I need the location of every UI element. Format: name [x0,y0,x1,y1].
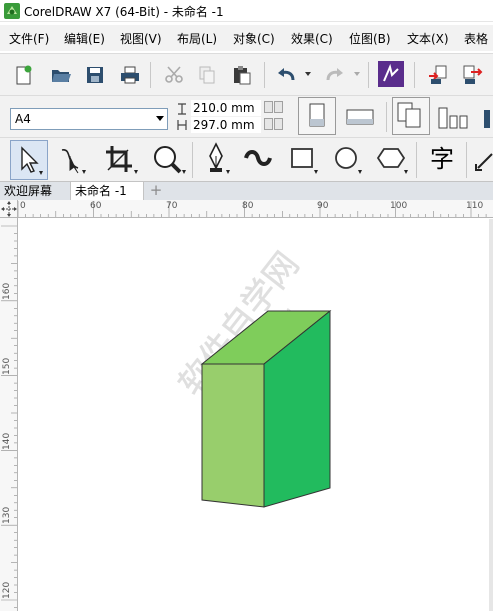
print-icon[interactable] [116,61,144,89]
toolbar-separator [416,142,417,178]
menu-bitmaps[interactable]: 位图(B) [349,30,391,47]
redo-dropdown-arrow-icon[interactable] [354,72,360,76]
ruler-h-label: 0 [20,201,26,211]
menu-view[interactable]: 视图(V) [120,30,162,47]
toolbar-separator [466,142,467,178]
paste-icon[interactable] [228,61,256,89]
vertical-ruler-ticks [1,225,17,608]
copy-icon[interactable] [193,61,221,89]
title-bar: CorelDRAW X7 (64-Bit) - 未命名 -1 [0,0,493,22]
ruler-h-label: 110 [466,201,484,211]
zoom-tool-icon[interactable] [146,140,192,180]
tab-document[interactable]: 未命名 -1 [70,182,144,201]
ruler-h-label: 70 [166,201,178,211]
menu-bar: 文件(F) 编辑(E) 视图(V) 布局(L) 对象(C) 效果(C) 位图(B… [0,25,493,51]
units-icon[interactable] [478,108,492,130]
pen-tool-icon[interactable] [198,140,236,180]
cut-icon[interactable] [160,61,188,89]
vertical-ruler[interactable]: 160 150 140 130 120 [0,218,18,611]
ruler-v-label: 160 [2,282,12,300]
toolbox: 字 [0,137,493,181]
menu-edit[interactable]: 编辑(E) [64,30,105,47]
landscape-orientation-button[interactable] [343,104,377,132]
ruler-v-label: 150 [2,357,12,375]
toolbar-separator [150,62,151,88]
pick-tool-icon[interactable] [10,140,48,180]
page-size-value: A4 [15,112,31,126]
ruler-h-label: 80 [242,201,254,211]
ruler-v-label: 140 [2,432,12,450]
ruler-h-label: 90 [317,201,329,211]
connector-tool-icon[interactable] [472,140,493,180]
page-width-field[interactable]: 210.0 mm [191,100,261,116]
open-folder-icon[interactable] [47,61,75,89]
ruler-h-label: 100 [390,201,408,211]
undo-dropdown-arrow-icon[interactable] [305,72,311,76]
toolbar-separator [264,62,265,88]
standard-toolbar [0,53,493,95]
polygon-tool-icon[interactable] [372,140,412,180]
add-tab-button[interactable]: + [148,182,164,201]
menu-table[interactable]: 表格 [464,30,488,47]
toolbar-separator [192,142,193,178]
shape-tool-icon[interactable] [54,140,92,180]
ruler-h-label: 60 [90,201,102,211]
document-tab-bar: 欢迎屏幕 未命名 -1 + [0,181,493,201]
all-pages-button[interactable] [392,97,430,135]
menu-layout[interactable]: 布局(L) [177,30,217,47]
crop-tool-icon[interactable] [98,140,144,180]
redo-icon[interactable] [321,61,349,89]
current-page-button[interactable] [436,104,472,132]
text-tool-icon[interactable]: 字 [422,140,462,180]
undo-icon[interactable] [272,61,300,89]
artistic-media-icon[interactable] [240,140,278,180]
page-width-spinner-up[interactable] [274,101,283,113]
page-height-field[interactable]: 297.0 mm [191,117,261,133]
ruler-origin[interactable] [0,200,18,218]
menu-text[interactable]: 文本(X) [407,30,449,47]
ruler-v-label: 130 [2,506,12,524]
toolbar-separator [368,62,369,88]
ellipse-tool-icon[interactable] [328,140,368,180]
vertical-scrollbar[interactable] [489,219,493,611]
box-left-face[interactable] [201,363,265,508]
canvas-artwork: 软件自学网 WWW.RJZXW.COM [171,245,332,508]
ruler-v-label: 120 [2,581,12,599]
menu-effects[interactable]: 效果(C) [291,30,333,47]
coreldraw-app-icon [4,3,20,19]
new-document-icon[interactable] [9,61,37,89]
property-bar: A4 210.0 mm 297.0 mm [0,95,493,137]
menu-file[interactable]: 文件(F) [9,30,49,47]
toolbar-separator [386,102,387,132]
page-height-icon [177,120,187,130]
import-icon[interactable] [424,61,452,89]
toolbar-separator [414,62,415,88]
drawing-canvas[interactable]: 软件自学网 WWW.RJZXW.COM [19,219,493,611]
window-title: CorelDRAW X7 (64-Bit) - 未命名 -1 [24,5,224,19]
corel-connect-icon[interactable] [378,61,404,87]
rectangle-tool-icon[interactable] [284,140,324,180]
page-size-dropdown[interactable]: A4 [10,108,168,130]
chevron-down-icon [156,116,164,121]
horizontal-ruler[interactable]: 0 60 70 80 90 100 110 [18,200,493,218]
menu-object[interactable]: 对象(C) [233,30,275,47]
page-width-spinner-down[interactable] [264,101,273,113]
page-height-spinner-down[interactable] [264,118,273,130]
page-height-spinner-up[interactable] [274,118,283,130]
portrait-orientation-button[interactable] [298,97,336,135]
export-icon[interactable] [458,61,486,89]
page-width-icon [178,103,186,115]
tab-welcome-screen[interactable]: 欢迎屏幕 [0,182,68,201]
save-icon[interactable] [81,61,109,89]
